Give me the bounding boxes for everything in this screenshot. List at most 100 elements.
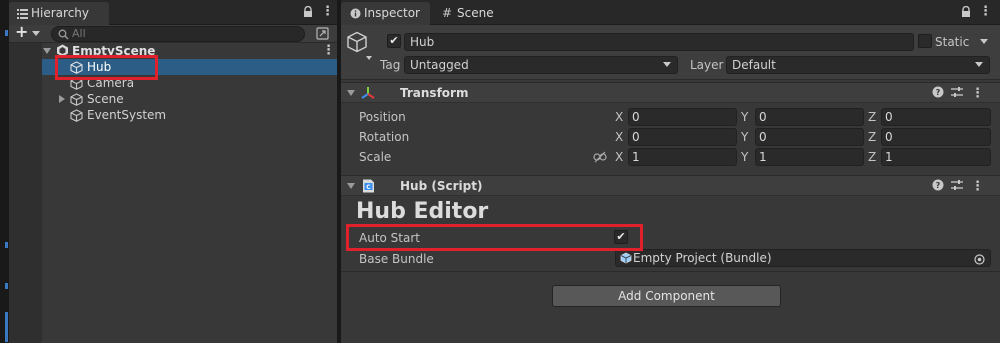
hierarchy-item-label: Scene [87,92,124,106]
gameobject-cube-icon [70,109,83,125]
script-title: Hub (Script) [400,179,483,193]
csharp-script-icon: C [362,179,375,196]
hub-editor-title: Hub Editor [356,199,489,224]
component-menu-icon[interactable]: ⋮ [971,179,984,194]
object-header: ✔ Hub Static Tag Untagged Layer Default [341,25,1000,80]
axis-y-label: Y [741,110,749,124]
more-options-icon[interactable]: ⋮ [979,5,992,18]
svg-text:C: C [366,184,371,191]
add-dropdown-chevron-icon[interactable] [32,31,40,36]
base-bundle-field[interactable]: Empty Project (Bundle) [615,249,991,267]
tag-label: Tag [380,58,401,72]
axis-y-label: Y [741,150,749,164]
hierarchy-item-label: EventSystem [87,108,167,122]
list-icon [17,8,28,22]
tag-value: Untagged [410,58,469,72]
foldout-arrow-icon[interactable] [347,90,355,96]
rotation-y-field[interactable]: 0 [755,128,864,146]
constrain-proportions-icon[interactable] [593,151,607,166]
active-checkbox[interactable]: ✔ [387,34,401,48]
transform-body: Position X 0 Y 0 Z 0 Rotation X 0 Y 0 Z … [341,104,1000,172]
svg-text:?: ? [936,88,941,97]
expand-arrow-icon[interactable] [43,48,51,54]
axis-z-label: Z [868,150,877,164]
hierarchy-tabbar: Hierarchy ⋮ [9,0,337,25]
position-z-field[interactable]: 0 [881,108,991,126]
hierarchy-tree: EmptyScene ⋮ Hub Camera Scene EventSyste… [42,43,337,343]
layer-value: Default [732,58,776,72]
presets-icon[interactable] [951,86,963,102]
section-divider [341,271,1000,272]
static-label: Static [935,35,970,49]
scene-visibility-icon[interactable] [316,27,329,43]
hub-highlight-box [55,55,158,80]
object-picker-icon[interactable] [974,253,985,269]
scale-y-field[interactable]: 1 [755,148,864,166]
grid-icon: # [442,6,453,20]
inspector-panel: Inspector # Scene ⋮ ✔ Hub Static Tag Unt… [341,0,1000,343]
scale-label: Scale [359,150,392,164]
tab-hierarchy-label: Hierarchy [31,6,90,20]
layer-label: Layer [690,58,724,72]
chevron-down-icon [975,62,983,67]
static-checkbox[interactable] [918,34,932,48]
lock-icon[interactable] [303,5,313,21]
auto-start-highlight-box [346,224,643,251]
presets-icon[interactable] [951,179,963,195]
lock-icon[interactable] [961,5,971,21]
hierarchy-panel: Hierarchy ⋮ + All EmptyScene ⋮ Hub Camer… [9,0,337,343]
add-component-button[interactable]: Add Component [552,285,781,307]
icon-dropdown-chevron-icon[interactable] [366,56,372,60]
collapsed-arrow-icon[interactable] [59,95,65,103]
component-header-icons: ? ⋮ [932,179,992,195]
bundle-asset-icon [620,252,632,268]
strip-marker [5,30,8,36]
layer-dropdown[interactable]: Default [726,56,990,74]
tab-inspector[interactable]: Inspector [341,2,430,25]
add-icon[interactable]: + [15,23,28,41]
position-y-field[interactable]: 0 [755,108,864,126]
scale-x-field[interactable]: 1 [628,148,737,166]
tag-dropdown[interactable]: Untagged [404,56,678,74]
hierarchy-search-input[interactable]: All [51,26,305,42]
axis-x-label: X [615,130,624,144]
help-icon[interactable]: ? [932,86,944,102]
base-bundle-value: Empty Project (Bundle) [633,251,772,265]
strip-marker [5,312,8,342]
axis-x-label: X [615,110,624,124]
strip-marker [5,242,8,248]
inspector-tabbar: Inspector # Scene ⋮ [341,0,1000,25]
script-header[interactable]: C Hub (Script) ? ⋮ [341,175,1000,196]
component-menu-icon[interactable]: ⋮ [971,86,984,101]
svg-text:?: ? [936,181,941,190]
hierarchy-gutter [9,43,42,343]
rotation-z-field[interactable]: 0 [881,128,991,146]
more-options-icon[interactable]: ⋮ [321,5,334,18]
search-icon [58,29,69,43]
tab-scene[interactable]: # Scene [433,2,513,25]
strip-marker [5,283,8,289]
tab-scene-label: Scene [457,6,494,20]
static-dropdown-chevron-icon[interactable] [980,39,988,44]
scale-z-field[interactable]: 1 [881,148,991,166]
rotation-x-field[interactable]: 0 [628,128,737,146]
info-icon [350,8,361,22]
object-name-field[interactable]: Hub [404,33,914,51]
search-placeholder: All [72,27,86,40]
scene-menu-icon[interactable]: ⋮ [322,43,335,59]
help-icon[interactable]: ? [932,179,944,195]
transform-title: Transform [400,86,469,100]
base-bundle-label: Base Bundle [359,252,434,266]
tab-inspector-label: Inspector [364,6,420,20]
hierarchy-item-eventsystem[interactable]: EventSystem [42,107,337,123]
foldout-arrow-icon[interactable] [347,183,355,189]
component-header-icons: ? ⋮ [932,86,992,102]
rotation-label: Rotation [359,130,410,144]
position-x-field[interactable]: 0 [628,108,737,126]
position-label: Position [359,110,406,124]
transform-header[interactable]: Transform ? ⋮ [341,82,1000,103]
hierarchy-item-scene[interactable]: Scene [42,91,337,107]
transform-icon [361,86,375,103]
gameobject-large-icon [346,31,368,56]
axis-y-label: Y [741,130,749,144]
